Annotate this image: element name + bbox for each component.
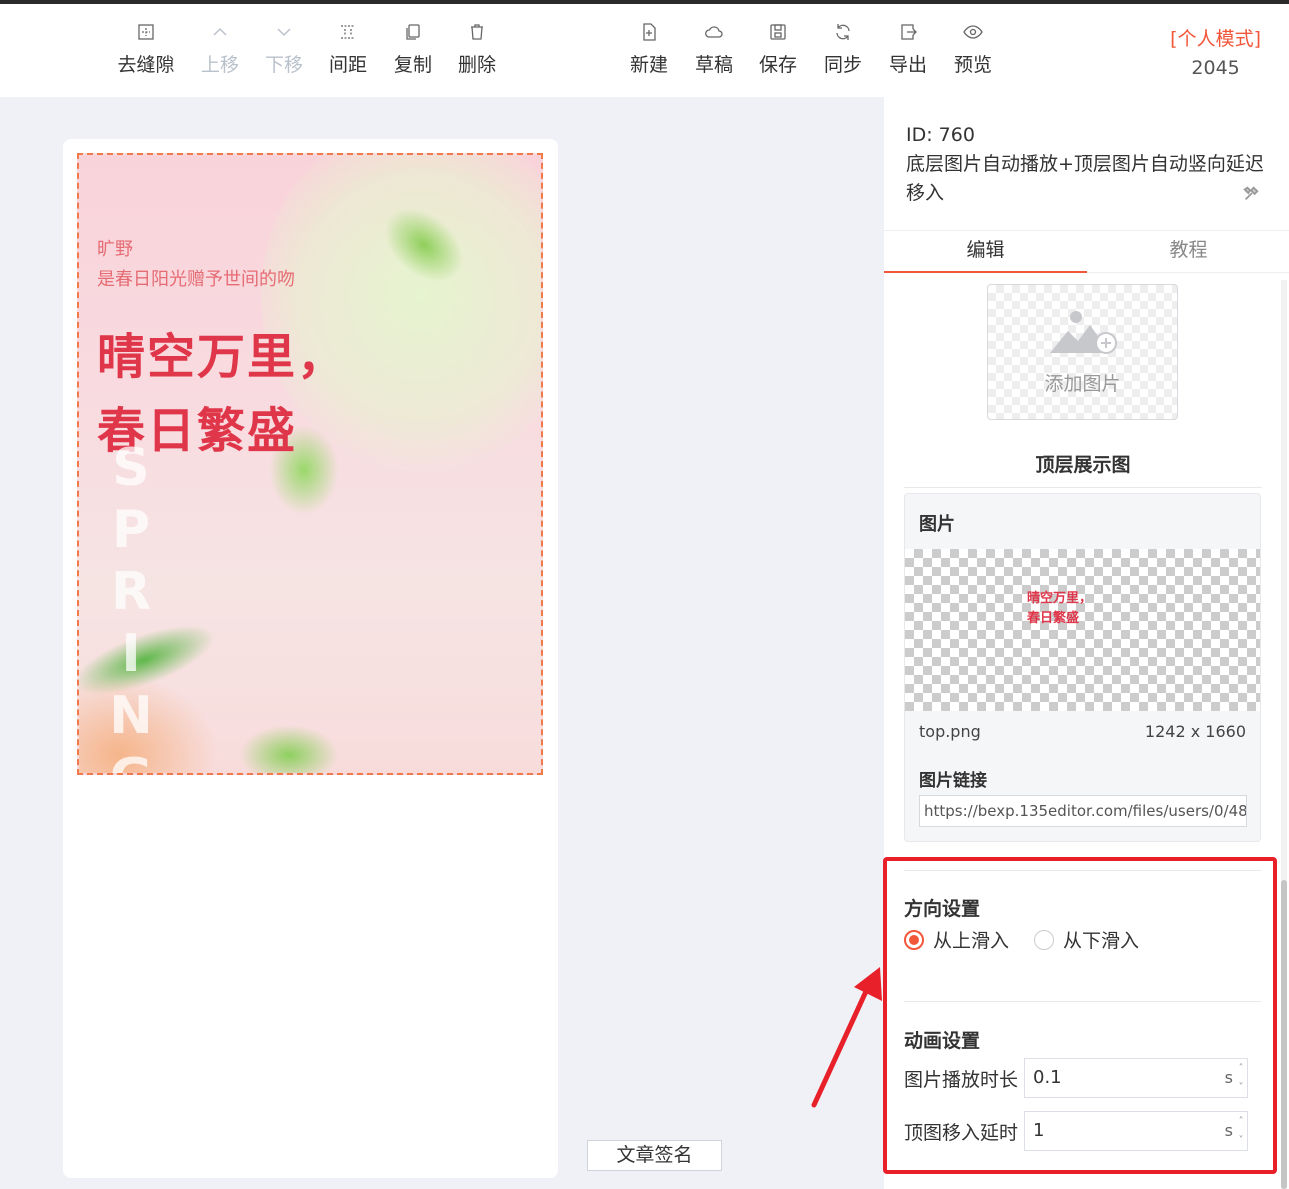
poster-vertical-text: SPRING bbox=[101, 437, 161, 773]
move-up-label: 上移 bbox=[200, 54, 239, 76]
chevron-down-icon bbox=[251, 22, 317, 46]
copy-icon bbox=[380, 22, 446, 46]
scrollbar-thumb[interactable] bbox=[1281, 880, 1287, 1189]
add-image-button[interactable]: 添加图片 bbox=[987, 284, 1178, 420]
article-signature-button[interactable]: 文章签名 bbox=[587, 1140, 722, 1171]
image-add-icon bbox=[1050, 311, 1117, 354]
mode-indicator[interactable]: [个人模式] 2045 bbox=[1170, 24, 1261, 79]
section-title: 顶层展示图 bbox=[904, 450, 1262, 488]
poster-subtitle: 旷野 是春日阳光赠予世间的吻 bbox=[97, 235, 295, 295]
thumbnail-headline2: 春日繁盛 bbox=[1027, 611, 1080, 626]
image-link-label: 图片链接 bbox=[919, 771, 987, 791]
move-down-button[interactable]: 下移 bbox=[251, 22, 317, 77]
move-up-button[interactable]: 上移 bbox=[187, 22, 253, 77]
copy-label: 复制 bbox=[393, 54, 432, 76]
image-file-size: 1242 x 1660 bbox=[1144, 722, 1246, 741]
image-thumbnail[interactable]: 晴空万里， 春日繁盛 bbox=[905, 549, 1260, 711]
image-settings-box: 图片 晴空万里， 春日繁盛 top.png 1242 x 1660 图片链接 h… bbox=[904, 493, 1261, 842]
poster-vertical-letter: R bbox=[110, 562, 152, 622]
preview-label: 预览 bbox=[953, 54, 992, 76]
cloud-icon bbox=[681, 22, 747, 46]
remove-gap-label: 去缝隙 bbox=[117, 54, 175, 76]
poster-vertical-letter: G bbox=[101, 747, 161, 773]
panel-tabs: 编辑 教程 bbox=[884, 230, 1289, 273]
move-down-label: 下移 bbox=[264, 54, 303, 76]
poster-vertical-letter: P bbox=[111, 500, 151, 560]
mode-number: 2045 bbox=[1191, 57, 1240, 79]
spacing-icon bbox=[315, 22, 381, 46]
delete-button[interactable]: 删除 bbox=[444, 22, 510, 77]
sync-icon bbox=[810, 22, 876, 46]
thumbnail-preview-text: 晴空万里， 春日繁盛 bbox=[1027, 589, 1092, 629]
spacing-label: 间距 bbox=[328, 54, 367, 76]
delete-label: 删除 bbox=[457, 54, 496, 76]
image-link-input[interactable]: https://bexp.135editor.com/files/users/0… bbox=[919, 795, 1247, 827]
mode-label: [个人模式] bbox=[1170, 28, 1261, 50]
new-label: 新建 bbox=[629, 54, 668, 76]
preview-button[interactable]: 预览 bbox=[940, 22, 1006, 77]
new-button[interactable]: 新建 bbox=[616, 22, 682, 77]
sync-label: 同步 bbox=[823, 54, 862, 76]
export-button[interactable]: 导出 bbox=[875, 22, 941, 77]
export-icon bbox=[875, 22, 941, 46]
tools-icon[interactable] bbox=[1242, 185, 1260, 203]
poster-vertical-letter: N bbox=[109, 686, 153, 746]
annotation-arrow bbox=[811, 967, 882, 1108]
poster-line1: 旷野 bbox=[97, 239, 133, 260]
poster-vertical-letter: I bbox=[121, 624, 141, 684]
eye-icon bbox=[940, 22, 1006, 46]
remove-gap-button[interactable]: 去缝隙 bbox=[113, 22, 179, 77]
draft-label: 草稿 bbox=[694, 54, 733, 76]
chevron-up-icon bbox=[187, 22, 253, 46]
save-icon bbox=[745, 22, 811, 46]
grid-gap-icon bbox=[113, 22, 179, 46]
tab-tutorial[interactable]: 教程 bbox=[1087, 231, 1289, 273]
trash-icon bbox=[444, 22, 510, 46]
poster-line2: 是春日阳光赠予世间的吻 bbox=[97, 269, 295, 290]
sync-button[interactable]: 同步 bbox=[810, 22, 876, 77]
panel-scrollbar[interactable] bbox=[1281, 280, 1287, 1189]
add-image-label: 添加图片 bbox=[1044, 373, 1121, 395]
copy-button[interactable]: 复制 bbox=[380, 22, 446, 77]
export-label: 导出 bbox=[888, 54, 927, 76]
template-info: ID: 760 底层图片自动播放+顶层图片自动竖向延迟移入 bbox=[906, 121, 1266, 208]
new-file-icon bbox=[616, 22, 682, 46]
thumbnail-headline1: 晴空万里， bbox=[1027, 591, 1093, 606]
image-file-name: top.png bbox=[919, 722, 981, 741]
image-box-title: 图片 bbox=[919, 514, 955, 535]
spacing-button[interactable]: 间距 bbox=[315, 22, 381, 77]
template-title: 底层图片自动播放+顶层图片自动竖向延迟移入 bbox=[906, 153, 1264, 204]
save-label: 保存 bbox=[758, 54, 797, 76]
poster-image[interactable]: 旷野 是春日阳光赠予世间的吻 晴空万里， 春日繁盛 SPRING bbox=[77, 153, 543, 775]
template-id: ID: 760 bbox=[906, 124, 975, 146]
poster-leaf bbox=[239, 725, 339, 773]
toolbar: 去缝隙 上移 下移 间距 复制 删除 新建 草稿 保存 同步 导出 预览 [个人… bbox=[0, 4, 1289, 97]
draft-button[interactable]: 草稿 bbox=[681, 22, 747, 77]
highlight-box bbox=[883, 857, 1277, 1174]
poster-vertical-letter: S bbox=[112, 438, 150, 498]
save-button[interactable]: 保存 bbox=[745, 22, 811, 77]
poster-headline1: 晴空万里， bbox=[97, 329, 348, 385]
tab-edit[interactable]: 编辑 bbox=[884, 231, 1087, 273]
